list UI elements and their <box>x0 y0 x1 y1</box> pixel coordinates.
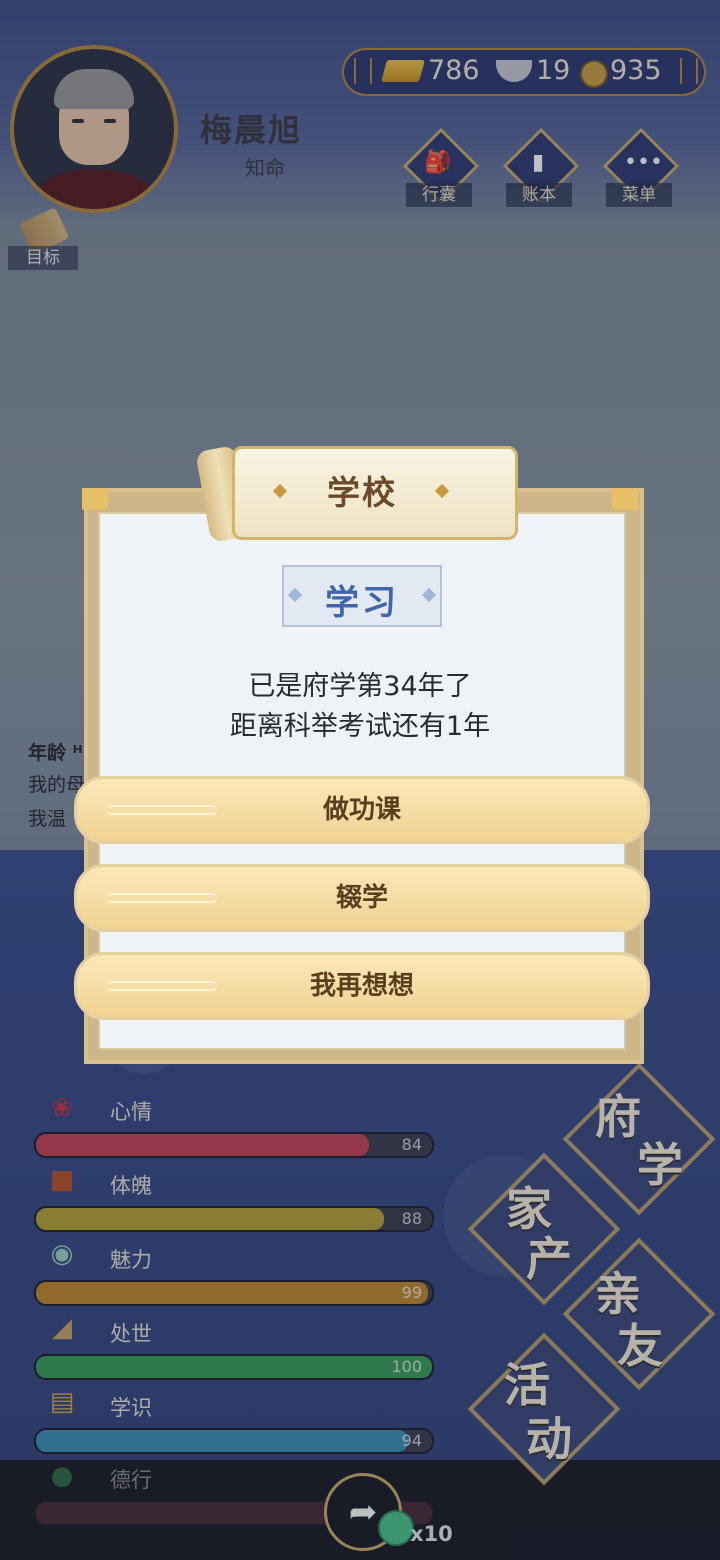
drop-out-button[interactable]: 辍学 <box>74 864 650 932</box>
frame-corner <box>612 488 638 510</box>
think-again-button[interactable]: 我再想想 <box>74 952 650 1020</box>
dialog-title: 学校 <box>327 473 397 512</box>
drop-out-label: 辍学 <box>335 883 388 913</box>
dialog-message-line-1: 已是府学第34年了 <box>248 671 472 702</box>
study-tag-label: 学习 <box>325 583 399 623</box>
cloud-swirl <box>107 805 217 815</box>
study-tag: 学习 <box>282 565 442 627</box>
do-homework-button[interactable]: 做功课 <box>74 776 650 844</box>
do-homework-label: 做功课 <box>322 795 401 825</box>
think-again-label: 我再想想 <box>309 971 414 1001</box>
dialog-message-line-2: 距离科举考试还有1年 <box>229 711 491 742</box>
cloud-swirl <box>107 981 217 991</box>
cloud-swirl <box>107 893 217 903</box>
frame-corner <box>82 488 108 510</box>
